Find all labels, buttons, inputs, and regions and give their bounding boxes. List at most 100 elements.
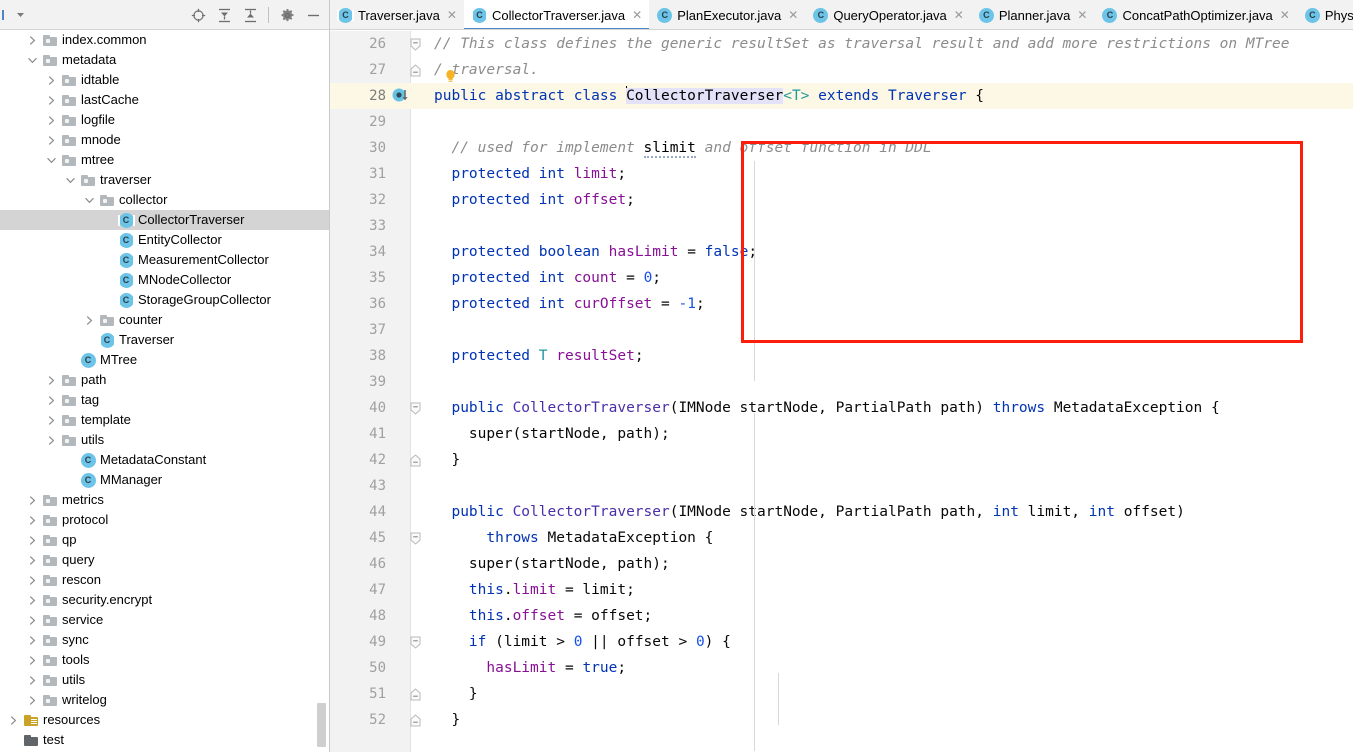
chevron-right-icon[interactable] bbox=[44, 430, 59, 450]
project-view-selector[interactable] bbox=[0, 3, 32, 27]
chevron-right-icon[interactable] bbox=[25, 650, 40, 670]
tree-node-storagegroupcollector[interactable]: C StorageGroupCollector bbox=[0, 290, 329, 310]
chevron-right-icon[interactable] bbox=[6, 710, 21, 730]
editor-tab-traverser[interactable]: C Traverser.java ✕ bbox=[330, 0, 464, 29]
tree-node-resources[interactable]: resources bbox=[0, 710, 329, 730]
gear-icon[interactable] bbox=[275, 3, 299, 27]
intention-bulb-icon[interactable] bbox=[445, 67, 456, 82]
fold-marker-start[interactable] bbox=[408, 31, 422, 57]
chevron-right-icon[interactable] bbox=[44, 410, 59, 430]
fold-marker-start[interactable] bbox=[408, 525, 422, 551]
code-line-27[interactable]: 27 / traversal. bbox=[330, 57, 1353, 83]
editor-tab-queryoperator[interactable]: C QueryOperator.java ✕ bbox=[805, 0, 971, 29]
code-line-28[interactable]: 28 public abstract class CollectorTravers… bbox=[330, 83, 1353, 109]
code-line-39[interactable]: 39 bbox=[330, 369, 1353, 395]
chevron-down-icon[interactable] bbox=[63, 170, 78, 190]
chevron-right-icon[interactable] bbox=[25, 630, 40, 650]
code-line-46[interactable]: 46 super(startNode, path); bbox=[330, 551, 1353, 577]
code-line-50[interactable]: 50 hasLimit = true; bbox=[330, 655, 1353, 681]
chevron-right-icon[interactable] bbox=[25, 530, 40, 550]
chevron-right-icon[interactable] bbox=[82, 310, 97, 330]
tree-node-test[interactable]: test bbox=[0, 730, 329, 750]
code-line-26[interactable]: 26 // This class defines the generic resu… bbox=[330, 31, 1353, 57]
tree-node-protocol[interactable]: protocol bbox=[0, 510, 329, 530]
chevron-down-icon[interactable] bbox=[25, 50, 40, 70]
close-icon[interactable]: ✕ bbox=[954, 8, 964, 22]
code-line-30[interactable]: 30 // used for implement slimit and offs… bbox=[330, 135, 1353, 161]
close-icon[interactable]: ✕ bbox=[788, 8, 798, 22]
code-line-43[interactable]: 43 bbox=[330, 473, 1353, 499]
code-line-36[interactable]: 36 protected int curOffset = -1; bbox=[330, 291, 1353, 317]
scroll-from-source-icon[interactable] bbox=[186, 3, 210, 27]
tree-node-mnodecollector[interactable]: C MNodeCollector bbox=[0, 270, 329, 290]
code-line-44[interactable]: 44 public CollectorTraverser(IMNode star… bbox=[330, 499, 1353, 525]
tree-node-service[interactable]: service bbox=[0, 610, 329, 630]
editor-tab-planner[interactable]: C Planner.java ✕ bbox=[971, 0, 1095, 29]
code-line-37[interactable]: 37 bbox=[330, 317, 1353, 343]
chevron-right-icon[interactable] bbox=[25, 590, 40, 610]
tree-node-mnode[interactable]: mnode bbox=[0, 130, 329, 150]
hide-panel-icon[interactable] bbox=[301, 3, 325, 27]
editor-tab-concatpathoptimizer[interactable]: C ConcatPathOptimizer.java ✕ bbox=[1094, 0, 1296, 29]
project-tree-scrollbar[interactable] bbox=[317, 703, 326, 747]
gutter-icons[interactable] bbox=[388, 83, 428, 109]
chevron-down-icon[interactable] bbox=[44, 150, 59, 170]
tree-node-collectortraverser[interactable]: C CollectorTraverser bbox=[0, 210, 329, 230]
tree-node-security-encrypt[interactable]: security.encrypt bbox=[0, 590, 329, 610]
chevron-down-icon[interactable] bbox=[82, 190, 97, 210]
code-line-47[interactable]: 47 this.limit = limit; bbox=[330, 577, 1353, 603]
tree-node-measurementcollector[interactable]: C MeasurementCollector bbox=[0, 250, 329, 270]
tree-node-tools[interactable]: tools bbox=[0, 650, 329, 670]
tree-node-qp[interactable]: qp bbox=[0, 530, 329, 550]
close-icon[interactable]: ✕ bbox=[447, 8, 457, 22]
code-line-38[interactable]: 38 protected T resultSet; bbox=[330, 343, 1353, 369]
tree-node-metadataconstant[interactable]: C MetadataConstant bbox=[0, 450, 329, 470]
tree-node-entitycollector[interactable]: C EntityCollector bbox=[0, 230, 329, 250]
fold-marker-end[interactable] bbox=[408, 681, 422, 707]
tree-node-path[interactable]: path bbox=[0, 370, 329, 390]
chevron-right-icon[interactable] bbox=[25, 570, 40, 590]
code-line-29[interactable]: 29 bbox=[330, 109, 1353, 135]
tree-node-idtable[interactable]: idtable bbox=[0, 70, 329, 90]
chevron-right-icon[interactable] bbox=[44, 70, 59, 90]
code-line-32[interactable]: 32 protected int offset; bbox=[330, 187, 1353, 213]
editor-tab-physicalg[interactable]: CPhysicalG✕ bbox=[1297, 0, 1353, 29]
chevron-down-icon[interactable] bbox=[8, 3, 32, 27]
chevron-right-icon[interactable] bbox=[44, 370, 59, 390]
tree-node-collector[interactable]: collector bbox=[0, 190, 329, 210]
fold-marker-end[interactable] bbox=[408, 707, 422, 733]
fold-marker-end[interactable] bbox=[408, 447, 422, 473]
chevron-right-icon[interactable] bbox=[25, 550, 40, 570]
fold-marker-end[interactable] bbox=[408, 57, 422, 83]
tree-node-tag[interactable]: tag bbox=[0, 390, 329, 410]
expand-all-icon[interactable] bbox=[212, 3, 236, 27]
tree-node-mtree[interactable]: mtree bbox=[0, 150, 329, 170]
close-icon[interactable]: ✕ bbox=[1077, 8, 1087, 22]
editor-tab-collectortraverser[interactable]: C CollectorTraverser.java ✕ bbox=[463, 0, 650, 29]
fold-marker-start[interactable] bbox=[408, 629, 422, 655]
tree-node-logfile[interactable]: logfile bbox=[0, 110, 329, 130]
tree-node-mtree[interactable]: C MTree bbox=[0, 350, 329, 370]
chevron-right-icon[interactable] bbox=[25, 670, 40, 690]
code-editor[interactable]: 26 // This class defines the generic resu… bbox=[330, 31, 1353, 752]
code-line-48[interactable]: 48 this.offset = offset; bbox=[330, 603, 1353, 629]
chevron-right-icon[interactable] bbox=[25, 610, 40, 630]
code-line-45[interactable]: 45 throws MetadataException { bbox=[330, 525, 1353, 551]
chevron-right-icon[interactable] bbox=[44, 390, 59, 410]
chevron-right-icon[interactable] bbox=[25, 30, 40, 50]
code-line-31[interactable]: 31 protected int limit; bbox=[330, 161, 1353, 187]
tree-node-utils[interactable]: utils bbox=[0, 670, 329, 690]
tree-node-index-common[interactable]: index.common bbox=[0, 30, 329, 50]
chevron-right-icon[interactable] bbox=[44, 110, 59, 130]
tree-node-query[interactable]: query bbox=[0, 550, 329, 570]
tree-node-utils[interactable]: utils bbox=[0, 430, 329, 450]
tree-node-counter[interactable]: counter bbox=[0, 310, 329, 330]
code-line-35[interactable]: 35 protected int count = 0; bbox=[330, 265, 1353, 291]
code-line-49[interactable]: 49 if (limit > 0 || offset > 0) { bbox=[330, 629, 1353, 655]
tree-node-template[interactable]: template bbox=[0, 410, 329, 430]
code-line-33[interactable]: 33 bbox=[330, 213, 1353, 239]
code-line-51[interactable]: 51 } bbox=[330, 681, 1353, 707]
chevron-right-icon[interactable] bbox=[25, 490, 40, 510]
code-content[interactable]: 26 // This class defines the generic resu… bbox=[330, 31, 1353, 752]
tree-node-metadata[interactable]: metadata bbox=[0, 50, 329, 70]
